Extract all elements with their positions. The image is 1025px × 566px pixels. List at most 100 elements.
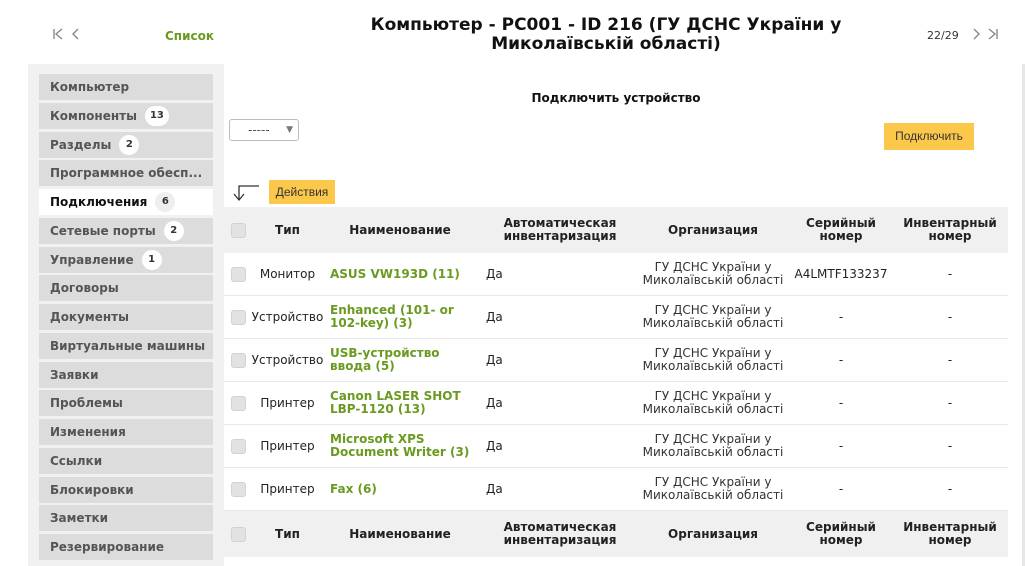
- sidebar-tab[interactable]: Заявки: [39, 361, 213, 388]
- sidebar-tab-label: Проблемы: [50, 396, 123, 411]
- sidebar-tab-label: Заметки: [50, 511, 109, 526]
- page-title: Компьютер - PC001 - ID 216 (ГУ ДСНС Укра…: [370, 15, 842, 54]
- organization-cell: ГУ ДСНС України у Миколаївській області: [639, 425, 787, 467]
- column-header-type[interactable]: Тип: [252, 207, 323, 253]
- name-cell: Microsoft XPS Document Writer (3): [330, 425, 470, 467]
- actions-button[interactable]: Действия: [269, 180, 335, 204]
- prev-page-icon[interactable]: [68, 27, 84, 43]
- table-row: Устройство Enhanced (101- or 102-key) (3)…: [224, 296, 1008, 339]
- auto-inventory-cell: Да: [486, 438, 503, 453]
- row-checkbox[interactable]: [230, 352, 246, 368]
- table-row: Принтер Canon LASER SHOT LBP-1120 (13) Да Г…: [224, 382, 1008, 425]
- device-name-link[interactable]: USB-устройство ввода (5): [330, 347, 470, 373]
- sidebar-tab-label: Сетевые порты: [50, 223, 156, 238]
- device-name-link[interactable]: Microsoft XPS Document Writer (3): [330, 433, 470, 459]
- column-header-inv[interactable]: Инвентарный номер: [895, 511, 1005, 557]
- name-cell: Canon LASER SHOT LBP-1120 (13): [330, 382, 470, 424]
- organization-cell: ГУ ДСНС України у Миколаївській області: [639, 468, 787, 510]
- sidebar-tab[interactable]: Заметки: [39, 505, 213, 532]
- auto-inventory-cell: Да: [486, 309, 503, 324]
- sidebar-tab-label: Программное обесп...: [50, 166, 203, 181]
- sidebar-tab-label: Подключения: [50, 195, 148, 209]
- auto-inventory-cell: Да: [486, 352, 503, 367]
- device-name-link[interactable]: Enhanced (101- or 102-key) (3): [330, 304, 470, 330]
- column-header-org[interactable]: Организация: [639, 511, 787, 557]
- select-all-cell: [229, 511, 247, 557]
- sidebar-tab[interactable]: Виртуальные машины: [39, 332, 213, 359]
- sidebar-tab[interactable]: Компьютер: [39, 74, 213, 100]
- row-select-cell: [229, 339, 247, 381]
- serial-cell: -: [838, 352, 844, 367]
- sidebar-tab[interactable]: Программное обесп...: [39, 160, 213, 187]
- sidebar-tab[interactable]: Договоры: [39, 275, 213, 302]
- row-checkbox[interactable]: [230, 481, 246, 497]
- sidebar-tab[interactable]: Управление 1: [39, 246, 213, 273]
- next-page-icon[interactable]: [968, 27, 984, 43]
- connect-device-title: Подключить устройство: [531, 91, 701, 105]
- sidebar-tab-label: Заявки: [50, 367, 99, 382]
- auto-inventory-cell: Да: [486, 481, 503, 496]
- name-cell: ASUS VW193D (11): [330, 253, 470, 295]
- sidebar-tab-label: Компоненты: [50, 108, 137, 123]
- sidebar-tab-label: Ссылки: [50, 453, 103, 468]
- sidebar-tab[interactable]: Резервирование: [39, 534, 213, 560]
- row-checkbox[interactable]: [230, 395, 246, 411]
- sidebar-tab[interactable]: Подключения 6: [39, 189, 213, 215]
- sidebar-tab[interactable]: Компоненты 13: [39, 102, 213, 129]
- device-type-select-value: -----: [248, 123, 270, 137]
- table-row: Принтер Microsoft XPS Document Writer (3)…: [224, 425, 1008, 468]
- device-name-link[interactable]: Canon LASER SHOT LBP-1120 (13): [330, 390, 470, 416]
- sidebar-tab[interactable]: Ссылки: [39, 447, 213, 474]
- sidebar-tab-label: Виртуальные машины: [50, 338, 206, 353]
- row-select-cell: [229, 382, 247, 424]
- type-cell: Принтер: [260, 395, 315, 410]
- list-link[interactable]: Список: [165, 29, 214, 43]
- first-page-icon[interactable]: [50, 27, 66, 43]
- device-name-link[interactable]: ASUS VW193D (11): [330, 267, 460, 281]
- organization-cell: ГУ ДСНС України у Миколаївській області: [639, 339, 787, 381]
- sidebar-tab-label: Изменения: [50, 425, 126, 439]
- organization-text: ГУ ДСНС України у Миколаївській області: [642, 260, 784, 287]
- organization-text: ГУ ДСНС України у Миколаївській області: [642, 346, 784, 373]
- inventory-cell: -: [947, 481, 953, 496]
- inventory-cell: -: [947, 266, 953, 281]
- serial-cell: -: [838, 438, 844, 453]
- device-name-link[interactable]: Fax (6): [330, 482, 377, 496]
- sidebar-tab[interactable]: Разделы 2: [39, 131, 213, 158]
- column-header-type[interactable]: Тип: [252, 511, 323, 557]
- row-checkbox[interactable]: [230, 438, 246, 454]
- select-all-checkbox[interactable]: [230, 222, 246, 238]
- sidebar-tab[interactable]: Документы: [39, 304, 213, 330]
- column-header-inv[interactable]: Инвентарный номер: [895, 207, 1005, 253]
- sidebar-tab[interactable]: Изменения: [39, 419, 213, 445]
- row-checkbox[interactable]: [230, 266, 246, 282]
- serial-cell: -: [838, 395, 844, 410]
- column-header-name[interactable]: Наименование: [330, 511, 470, 557]
- name-cell: Fax (6): [330, 468, 470, 510]
- serial-cell: -: [838, 481, 844, 496]
- column-header-auto[interactable]: Автоматическая инвентаризация: [486, 207, 634, 253]
- sidebar-tab[interactable]: Блокировки: [39, 476, 213, 503]
- sidebar-tab[interactable]: Проблемы: [39, 390, 213, 417]
- connect-button[interactable]: Подключить: [884, 123, 974, 150]
- auto-inventory-cell: Да: [486, 395, 503, 410]
- type-cell: Устройство: [251, 309, 324, 324]
- organization-cell: ГУ ДСНС України у Миколаївській області: [639, 382, 787, 424]
- sidebar-tab-label: Управление: [50, 252, 134, 267]
- column-header-serial[interactable]: Серийный номер: [787, 511, 895, 557]
- count-badge: 2: [119, 134, 140, 155]
- sidebar-tab[interactable]: Сетевые порты 2: [39, 217, 213, 244]
- inventory-cell: -: [947, 438, 953, 453]
- column-header-org[interactable]: Организация: [639, 207, 787, 253]
- column-header-serial[interactable]: Серийный номер: [787, 207, 895, 253]
- column-header-auto[interactable]: Автоматическая инвентаризация: [486, 511, 634, 557]
- row-checkbox[interactable]: [230, 309, 246, 325]
- column-header-name[interactable]: Наименование: [330, 207, 470, 253]
- select-all-checkbox[interactable]: [230, 526, 246, 542]
- count-badge: 6: [155, 192, 176, 212]
- device-type-select[interactable]: ----- ▼: [229, 119, 299, 141]
- inventory-cell: -: [947, 309, 953, 324]
- table-row: Монитор ASUS VW193D (11) Да ГУ ДСНС України…: [224, 253, 1008, 296]
- last-page-icon[interactable]: [985, 27, 1001, 43]
- sidebar-tab-label: Блокировки: [50, 482, 134, 497]
